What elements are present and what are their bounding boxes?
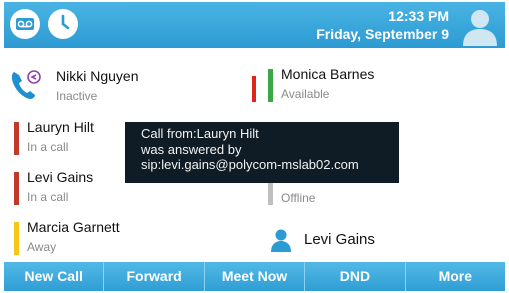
clock-icon[interactable] [48, 9, 78, 39]
tooltip-line-3: sip:levi.gains@polycom-mslab02.com [141, 157, 359, 172]
contact-marcia-garnett[interactable]: Marcia Garnett Away [14, 219, 244, 259]
contact-status: Away [27, 240, 57, 254]
contact-status: Offline [281, 191, 316, 205]
meet-now-button[interactable]: Meet Now [205, 262, 306, 291]
forward-button[interactable]: Forward [104, 262, 205, 291]
user-profile-icon[interactable] [461, 6, 499, 46]
contact-monica-barnes[interactable]: Monica Barnes Available [252, 66, 492, 106]
contact-name: Lauryn Hilt [27, 119, 94, 135]
dnd-button[interactable]: DND [305, 262, 406, 291]
voicemail-icon[interactable] [10, 9, 40, 39]
contact-status: Inactive [56, 89, 98, 103]
presence-indicator [14, 122, 19, 155]
contact-name: Monica Barnes [281, 66, 375, 82]
softkey-bar: New Call Forward Meet Now DND More [4, 262, 505, 291]
contact-name: Nikki Nguyen [56, 68, 139, 84]
contact-levi-gains-self[interactable]: Levi Gains [270, 226, 494, 266]
status-header: 12:33 PM Friday, September 9 [4, 2, 505, 48]
phone-inactive-icon [8, 66, 44, 102]
contact-status: In a call [27, 190, 69, 204]
contact-name: Marcia Garnett [27, 219, 120, 235]
user-icon [270, 228, 292, 252]
call-notification-tooltip: Call from:Lauryn Hilt was answered by si… [125, 122, 399, 183]
tooltip-line-2: was answered by [141, 141, 242, 157]
phone-screen: 12:33 PM Friday, September 9 Nikki Nguye… [4, 2, 505, 291]
contact-status: Available [281, 87, 330, 101]
more-button[interactable]: More [406, 262, 505, 291]
presence-indicator [14, 172, 19, 205]
current-date: Friday, September 9 [316, 26, 449, 42]
presence-indicator-red [252, 76, 256, 102]
contact-status: In a call [27, 140, 69, 154]
tooltip-line-1: Call from:Lauryn Hilt [141, 126, 259, 141]
presence-indicator [268, 69, 273, 102]
new-call-button[interactable]: New Call [4, 262, 105, 291]
presence-indicator [14, 222, 19, 255]
contact-name: Levi Gains [304, 231, 375, 248]
contact-nikki-nguyen[interactable]: Nikki Nguyen Inactive [8, 64, 248, 104]
contact-name: Levi Gains [27, 169, 94, 185]
clock-time: 12:33 PM [388, 8, 449, 24]
